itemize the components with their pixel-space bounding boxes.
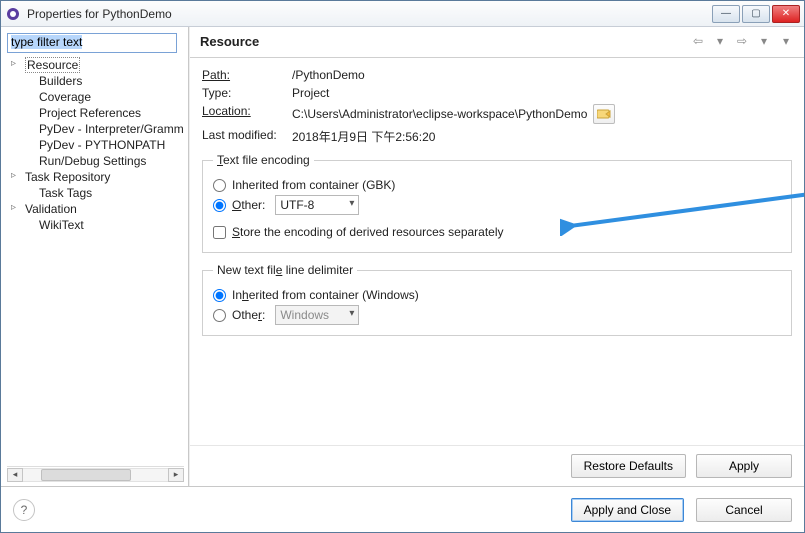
tree-item-coverage[interactable]: Coverage [7, 89, 184, 105]
tree-item-validation[interactable]: Validation [7, 201, 184, 217]
content-buttons: Restore Defaults Apply [190, 445, 804, 486]
scroll-thumb[interactable] [41, 469, 131, 481]
encoding-group: Text file encoding Inherited from contai… [202, 153, 792, 253]
maximize-button[interactable]: ▢ [742, 5, 770, 23]
scroll-track[interactable] [23, 468, 168, 482]
open-location-button[interactable] [593, 104, 615, 124]
close-button[interactable]: ✕ [772, 5, 800, 23]
help-button[interactable]: ? [13, 499, 35, 521]
tree-item-builders[interactable]: Builders [7, 73, 184, 89]
encoding-other-radio[interactable]: Other: [213, 198, 265, 212]
encoding-store-check[interactable]: Store the encoding of derived resources … [213, 225, 781, 239]
modified-label: Last modified: [202, 128, 277, 142]
sidebar: type filter text Resource Builders Cover… [1, 27, 189, 486]
row-path: Path: /PythonDemo [202, 68, 792, 82]
row-modified: Last modified: 2018年1月9日 下午2:56:20 [202, 128, 792, 145]
cancel-button[interactable]: Cancel [696, 498, 792, 522]
type-label: Type: [202, 86, 231, 100]
delimiter-inherited-radio[interactable]: Inherited from container (Windows) [213, 288, 781, 302]
modified-value: 2018年1月9日 下午2:56:20 [292, 128, 435, 145]
nav-tree: Resource Builders Coverage Project Refer… [7, 57, 184, 466]
type-value: Project [292, 86, 329, 100]
row-location: Location: C:\Users\Administrator\eclipse… [202, 104, 792, 124]
back-menu-icon[interactable]: ▾ [712, 33, 728, 49]
row-type: Type: Project [202, 86, 792, 100]
title-bar: Properties for PythonDemo — ▢ ✕ [1, 1, 804, 27]
tree-item-pydev-pythonpath[interactable]: PyDev - PYTHONPATH [7, 137, 184, 153]
delimiter-combo: Windows [275, 305, 359, 325]
forward-menu-icon[interactable]: ▾ [756, 33, 772, 49]
delimiter-legend: New text file line delimiter [213, 263, 357, 277]
page-title: Resource [200, 34, 259, 49]
content-pane: Resource ⇦ ▾ ⇨ ▾ ▾ Path: /PythonDemo Typ… [189, 27, 804, 486]
back-icon[interactable]: ⇦ [690, 33, 706, 49]
delimiter-inherited-input[interactable] [213, 289, 226, 302]
tree-item-wikitext[interactable]: WikiText [7, 217, 184, 233]
path-value: /PythonDemo [292, 68, 365, 82]
sidebar-hscroll[interactable]: ◂ ▸ [7, 466, 184, 482]
delimiter-other-label: Other: [232, 308, 265, 322]
view-menu-icon[interactable]: ▾ [778, 33, 794, 49]
app-icon [5, 6, 21, 22]
delimiter-group: New text file line delimiter Inherited f… [202, 263, 792, 336]
encoding-inherited-radio[interactable]: Inherited from container (GBK) [213, 178, 781, 192]
apply-and-close-button[interactable]: Apply and Close [571, 498, 684, 522]
header-toolbar: ⇦ ▾ ⇨ ▾ ▾ [690, 33, 794, 49]
tree-item-task-repository[interactable]: Task Repository [7, 169, 184, 185]
tree-item-run-debug[interactable]: Run/Debug Settings [7, 153, 184, 169]
encoding-store-input[interactable] [213, 226, 226, 239]
forward-icon[interactable]: ⇨ [734, 33, 750, 49]
dialog-footer: ? Apply and Close Cancel [1, 486, 804, 532]
tree-item-resource[interactable]: Resource [7, 57, 184, 73]
filter-input[interactable]: type filter text [7, 33, 177, 53]
content-header: Resource ⇦ ▾ ⇨ ▾ ▾ [190, 27, 804, 58]
location-value: C:\Users\Administrator\eclipse-workspace… [292, 107, 587, 121]
location-label: Location: [202, 104, 251, 118]
window-buttons: — ▢ ✕ [712, 5, 800, 23]
tree-item-project-references[interactable]: Project References [7, 105, 184, 121]
encoding-store-label: Store the encoding of derived resources … [232, 225, 504, 239]
encoding-inherited-label: Inherited from container (GBK) [232, 178, 395, 192]
scroll-left-icon[interactable]: ◂ [7, 468, 23, 482]
path-label: Path: [202, 68, 230, 82]
encoding-combo[interactable]: UTF-8 [275, 195, 359, 215]
apply-button[interactable]: Apply [696, 454, 792, 478]
scroll-right-icon[interactable]: ▸ [168, 468, 184, 482]
encoding-other-label: Other: [232, 198, 265, 212]
content-body: Path: /PythonDemo Type: Project Location… [190, 58, 804, 445]
restore-defaults-button[interactable]: Restore Defaults [571, 454, 686, 478]
encoding-legend: Text file encoding [213, 153, 314, 167]
delimiter-other-input[interactable] [213, 309, 226, 322]
minimize-button[interactable]: — [712, 5, 740, 23]
window-title: Properties for PythonDemo [27, 7, 172, 21]
encoding-other-input[interactable] [213, 199, 226, 212]
delimiter-inherited-label: Inherited from container (Windows) [232, 288, 419, 302]
delimiter-other-radio[interactable]: Other: [213, 308, 265, 322]
tree-item-task-tags[interactable]: Task Tags [7, 185, 184, 201]
tree-item-pydev-interpreter[interactable]: PyDev - Interpreter/Grammar [7, 121, 184, 137]
encoding-inherited-input[interactable] [213, 179, 226, 192]
